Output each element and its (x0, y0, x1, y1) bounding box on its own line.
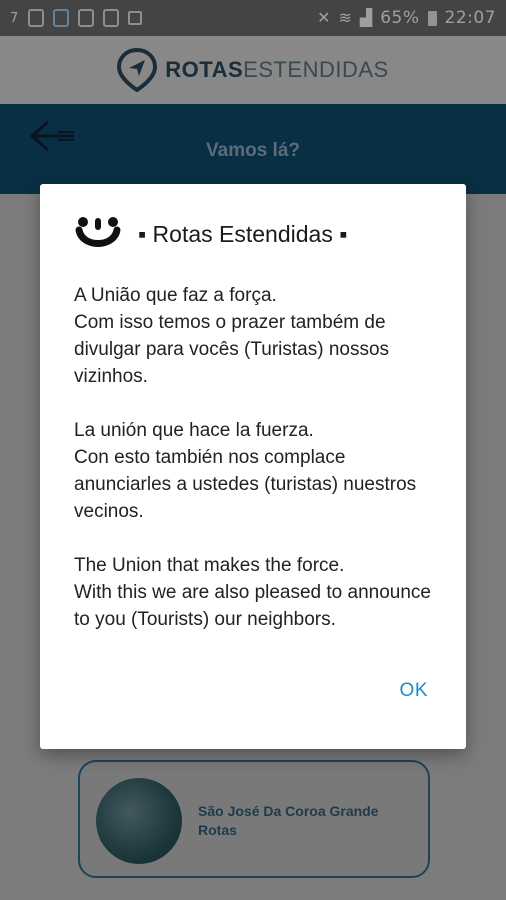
ok-button[interactable]: OK (400, 680, 428, 702)
info-dialog: ▪ Rotas Estendidas ▪ A União que faz a f… (40, 184, 466, 749)
dialog-message: A União que faz a força. Com isso temos o… (74, 282, 444, 660)
dialog-header: ▪ Rotas Estendidas ▪ (74, 214, 446, 254)
message-portuguese: A União que faz a força. Com isso temos o… (74, 285, 390, 387)
message-english: The Union that makes the force. With this… (74, 555, 431, 630)
smile-logo-icon (75, 217, 121, 247)
message-spanish: La unión que hace la fuerza. Con esto tam… (74, 420, 417, 522)
dialog-title: ▪ Rotas Estendidas ▪ (138, 220, 348, 247)
